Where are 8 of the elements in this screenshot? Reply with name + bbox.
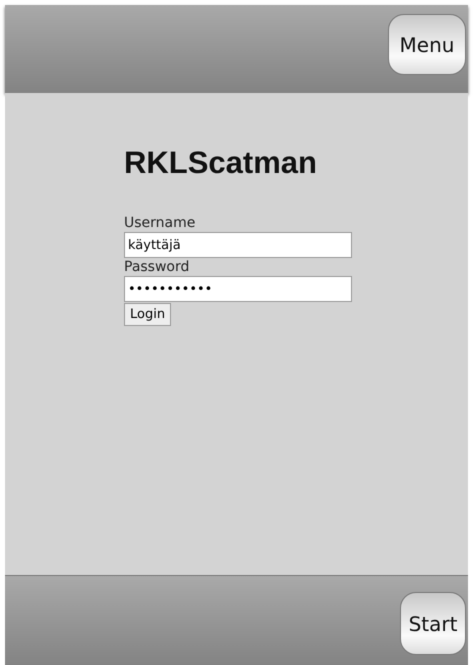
menu-button[interactable]: Menu (388, 14, 466, 75)
start-button[interactable]: Start (400, 592, 466, 655)
login-button[interactable]: Login (124, 303, 172, 326)
input-field[interactable]: ••••••••••• (124, 276, 352, 302)
app-title: RKLScatman (124, 145, 317, 181)
input-field[interactable]: käyttäjä (124, 232, 352, 258)
field-label: Username (124, 215, 196, 232)
field-label: Password (124, 259, 190, 276)
